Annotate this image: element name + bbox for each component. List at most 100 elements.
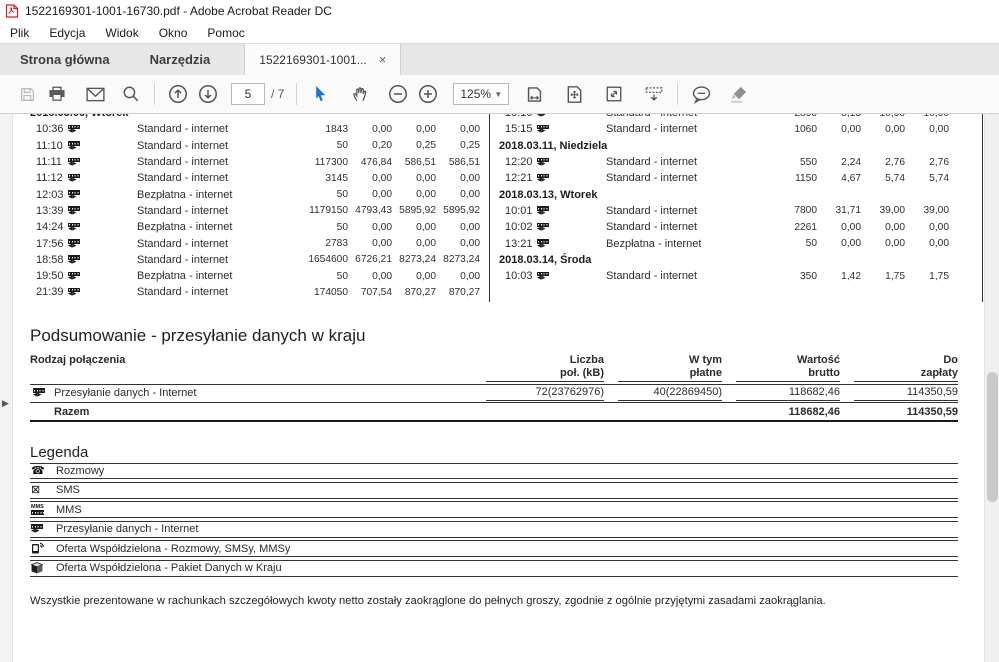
summary-table: Rodzaj połączenia Liczbapoł. (kB)W tympł…: [30, 354, 958, 422]
connection-type: Standard - internet: [606, 221, 749, 233]
call-time: 11:10: [30, 140, 67, 152]
value-cell: 0,00: [392, 271, 436, 282]
tab-home[interactable]: Strona główna: [0, 44, 130, 75]
value-cell: 0,25: [392, 140, 436, 151]
value-cell: 2,24: [817, 157, 861, 168]
data-transfer-icon: ◀▶: [68, 239, 81, 249]
hand-tool-icon: [351, 85, 369, 103]
row-icon-cell: ◀▶: [67, 286, 137, 298]
row-icon-cell: ◀▶: [536, 270, 606, 282]
collapse-toolbar-button[interactable]: [639, 80, 669, 108]
menu-pomoc[interactable]: Pomoc: [197, 24, 254, 42]
table-row: 15:10◀▶Standard - internet28608,1310,001…: [499, 114, 949, 121]
legend-label: Przesyłanie danych - Internet: [56, 523, 958, 535]
table-row: 11:10◀▶Standard - internet500,200,250,25: [30, 138, 489, 154]
value-cell: 1,75: [905, 271, 949, 282]
vertical-scrollbar[interactable]: [984, 114, 999, 662]
date-header-row: 2018.03.14, Środa: [499, 252, 949, 268]
row-icon-cell: ◀▶: [67, 270, 137, 282]
row-icon-cell: ◀▶: [67, 254, 137, 266]
value-cell: 0,00: [905, 238, 949, 249]
summary-title: Podsumowanie - przesyłanie danych w kraj…: [30, 326, 984, 346]
summary-column-header: Dozapłaty: [854, 354, 958, 382]
table-row: 11:11◀▶Standard - internet117300476,8458…: [30, 154, 489, 170]
fit-width-button[interactable]: [519, 80, 549, 108]
print-button[interactable]: [42, 80, 72, 108]
tab-tools[interactable]: Narzędzia: [130, 44, 231, 75]
date-header-row: 2018.03.13, Wtorek: [499, 186, 949, 202]
menu-widok[interactable]: Widok: [95, 24, 148, 42]
table-row: 19:50◀▶Bezpłatna - internet500,000,000,0…: [30, 268, 489, 284]
connection-type: Standard - internet: [137, 205, 280, 217]
value-cell: 1,42: [817, 271, 861, 282]
page-number-input[interactable]: 5: [231, 83, 265, 105]
value-cell: 1150: [749, 173, 817, 184]
zoom-level-select[interactable]: 125% ▼: [453, 83, 509, 105]
call-time: 13:21: [499, 238, 536, 250]
close-tab-icon[interactable]: ×: [379, 52, 387, 67]
zoom-level-value: 125%: [460, 87, 491, 101]
tab-bar: Strona główna Narzędzia 1522169301-1001.…: [0, 43, 999, 75]
value-cell: 0,00: [436, 124, 480, 135]
connection-type: Standard - internet: [606, 114, 749, 119]
zoom-out-button[interactable]: [383, 80, 413, 108]
table-row: 13:39◀▶Standard - internet11791504793,43…: [30, 203, 489, 219]
highlight-button[interactable]: [724, 80, 754, 108]
search-button[interactable]: [116, 80, 146, 108]
select-tool-button[interactable]: [305, 80, 335, 108]
value-cell: 0,00: [392, 189, 436, 200]
row-icon-cell: ◀▶: [536, 221, 606, 233]
summary-row: ◀▶Przesyłanie danych - Internet72(237629…: [30, 385, 958, 401]
value-cell: 0,00: [348, 271, 392, 282]
email-button[interactable]: [80, 80, 110, 108]
data-transfer-icon: ◀▶: [537, 174, 550, 184]
legend-row: Oferta Współdzielona - Rozmowy, SMSy, MM…: [30, 540, 958, 557]
data-transfer-icon: ◀▶: [31, 524, 44, 534]
value-cell: 0,00: [392, 222, 436, 233]
value-cell: 0,00: [348, 124, 392, 135]
value-cell: 2,76: [905, 157, 949, 168]
summary-row-label: Przesyłanie danych - Internet: [54, 387, 472, 399]
zoom-in-button[interactable]: [413, 80, 443, 108]
value-cell: 5,74: [905, 173, 949, 184]
connection-type: Standard - internet: [137, 238, 280, 250]
connection-type: Standard - internet: [606, 156, 749, 168]
value-cell: 39,00: [861, 205, 905, 216]
value-cell: 476,84: [348, 157, 392, 168]
comment-button[interactable]: [686, 80, 716, 108]
save-button[interactable]: [12, 80, 42, 108]
menu-edycja[interactable]: Edycja: [39, 24, 95, 42]
value-cell: 586,51: [436, 157, 480, 168]
tab-document[interactable]: 1522169301-1001... ×: [244, 44, 401, 75]
fit-page-button[interactable]: [559, 80, 589, 108]
table-row: 10:02◀▶Standard - internet22610,000,000,…: [499, 219, 949, 235]
value-cell: 0,25: [436, 140, 480, 151]
value-cell: 2783: [280, 238, 348, 249]
next-page-button[interactable]: [193, 80, 223, 108]
hand-tool-button[interactable]: [345, 80, 375, 108]
legend-row: ☎Rozmowy: [30, 464, 958, 479]
menu-plik[interactable]: Plik: [0, 24, 39, 42]
call-time: 13:39: [30, 205, 67, 217]
value-cell: 39,00: [905, 205, 949, 216]
menu-okno[interactable]: Okno: [149, 24, 198, 42]
value-cell: 5,74: [861, 173, 905, 184]
previous-page-button[interactable]: [163, 80, 193, 108]
data-transfer-icon: ◀▶: [68, 272, 81, 282]
legend-row: ⊠SMS: [30, 482, 958, 499]
fullscreen-button[interactable]: [599, 80, 629, 108]
call-time: 12:20: [499, 156, 536, 168]
data-transfer-icon: ◀▶: [537, 114, 550, 118]
value-cell: 8,13: [817, 114, 861, 119]
connection-type: Standard - internet: [606, 270, 749, 282]
value-cell: 5895,92: [436, 205, 480, 216]
row-icon-cell: ◀▶: [67, 205, 137, 217]
call-time: 10:36: [30, 123, 67, 135]
call-time: 15:15: [499, 123, 536, 135]
value-cell: 1179150: [280, 205, 348, 216]
scrollbar-thumb[interactable]: [987, 372, 998, 502]
row-icon-cell: ◀▶: [67, 123, 137, 135]
table-row: 15:15◀▶Standard - internet10600,000,000,…: [499, 121, 949, 137]
value-cell: 0,00: [436, 173, 480, 184]
expand-panel-icon[interactable]: ▶: [2, 398, 9, 409]
